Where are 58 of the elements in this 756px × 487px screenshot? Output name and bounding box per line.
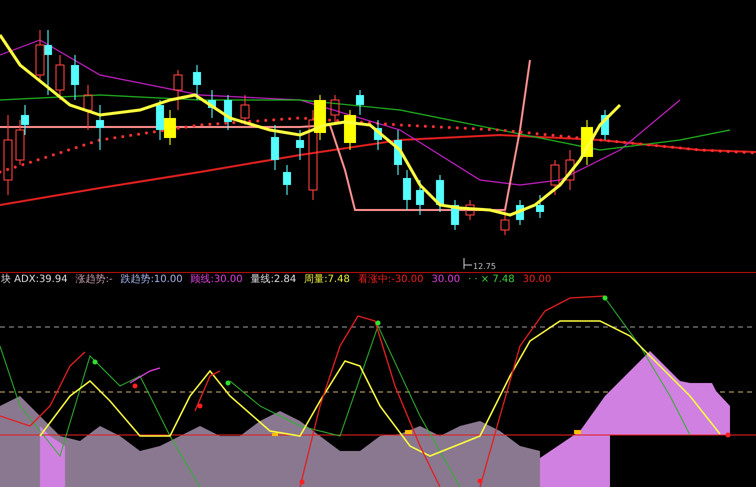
- indicator-value: · · × 7.48: [468, 274, 515, 286]
- signal-marker: [272, 433, 278, 436]
- signal-dot: [726, 432, 730, 438]
- highlighted-candlestick: [581, 120, 593, 166]
- rising-candlestick: [36, 30, 44, 80]
- indicator-value: 顾线:30.00: [190, 274, 243, 286]
- falling-candlestick: [44, 30, 52, 96]
- indicator-value: 块 ADX:39.94: [1, 274, 68, 286]
- falling-candlestick: [193, 64, 201, 100]
- falling-candlestick: [96, 104, 104, 150]
- falling-candlestick: [516, 200, 524, 226]
- indicator-value: 周量:7.48: [304, 274, 350, 286]
- rising-candlestick: [466, 200, 474, 220]
- falling-candlestick: [296, 130, 304, 160]
- arrow-icon: [464, 258, 472, 270]
- falling-candlestick: [536, 194, 544, 218]
- rising-candlestick: [84, 84, 92, 130]
- falling-candlestick: [271, 124, 279, 170]
- falling-candlestick: [374, 120, 382, 150]
- falling-candlestick: [21, 104, 29, 136]
- rising-candlestick: [174, 70, 182, 110]
- signal-marker: [574, 430, 581, 434]
- falling-candlestick: [71, 54, 79, 100]
- signal-dot: [376, 320, 380, 326]
- signal-dot: [226, 380, 230, 386]
- signal-dot: [478, 478, 482, 484]
- indicator-value: 30.00: [431, 274, 460, 286]
- falling-candlestick: [356, 90, 364, 116]
- highlighted-candlestick: [314, 94, 326, 140]
- falling-candlestick: [283, 164, 291, 196]
- rising-candlestick: [550, 160, 560, 196]
- highlighted-candlestick: [344, 110, 356, 150]
- indicator-area: [40, 426, 65, 487]
- highlighted-candlestick: [164, 110, 176, 146]
- falling-candlestick: [224, 94, 232, 130]
- signal-dot: [92, 360, 98, 364]
- rising-candlestick: [16, 120, 24, 166]
- signal-dot: [132, 384, 138, 388]
- rising-candlestick: [240, 94, 250, 126]
- indicator-value: 量线:2.84: [250, 274, 296, 286]
- price-low-label: 12.75: [473, 262, 496, 271]
- indicator-value: 跌趋势:10.00: [120, 274, 183, 286]
- signal-marker: [405, 430, 412, 434]
- indicator-value: 看涨中:-30.00: [358, 274, 424, 286]
- signal-dot: [602, 296, 608, 300]
- falling-candlestick: [436, 174, 444, 212]
- rising-candlestick: [56, 54, 64, 100]
- falling-candlestick: [451, 200, 459, 230]
- falling-candlestick: [416, 180, 424, 216]
- falling-candlestick: [601, 110, 609, 140]
- falling-candlestick: [208, 90, 216, 118]
- indicator-value: 30.00: [522, 274, 552, 286]
- rising-candlestick: [500, 210, 510, 236]
- falling-candlestick: [156, 100, 164, 140]
- signal-dot: [198, 404, 202, 408]
- indicator-value: 涨趋势:-: [76, 274, 113, 286]
- rising-candlestick: [566, 150, 574, 190]
- signal-dot: [300, 480, 304, 484]
